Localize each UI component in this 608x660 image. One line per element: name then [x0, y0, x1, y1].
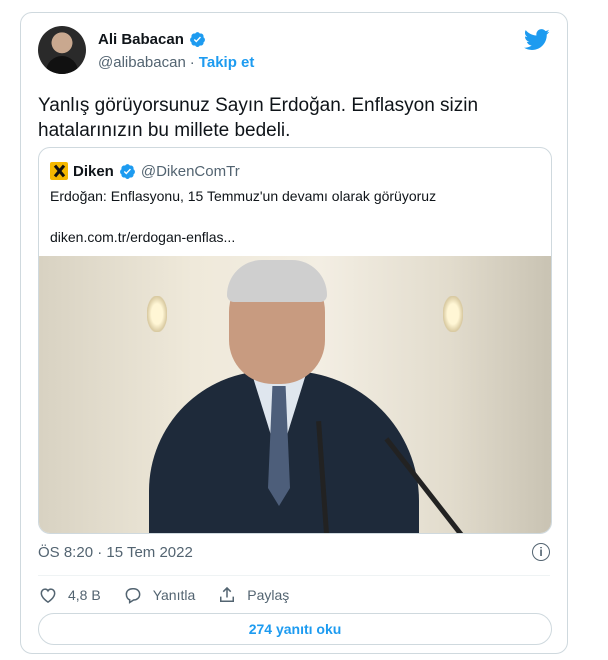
- divider: [38, 575, 550, 576]
- share-button[interactable]: Paylaş: [217, 585, 289, 605]
- read-replies-button[interactable]: 274 yanıtı oku: [38, 613, 552, 645]
- quoted-tweet-header: Diken @DikenComTr: [50, 162, 240, 180]
- quoted-tweet-photo[interactable]: [39, 256, 551, 533]
- photo-person-hair: [227, 260, 327, 302]
- heart-icon: [40, 588, 56, 603]
- reply-bubble-icon: [125, 588, 141, 604]
- like-button[interactable]: 4,8 B: [38, 585, 101, 605]
- twitter-bird-icon[interactable]: [524, 29, 550, 51]
- quoted-author-name: Diken: [73, 162, 114, 180]
- author-name[interactable]: Ali Babacan: [98, 31, 184, 48]
- quoted-tweet-link[interactable]: diken.com.tr/erdogan-enflas...: [50, 229, 235, 245]
- verified-badge-icon: [189, 32, 205, 47]
- follow-button[interactable]: Takip et: [199, 54, 255, 71]
- author-name-row: Ali Babacan: [98, 31, 206, 48]
- quoted-tweet-text: Erdoğan: Enflasyonu, 15 Temmuz'un devamı…: [50, 188, 437, 204]
- wall-lamp: [147, 296, 167, 332]
- diken-logo-icon: [50, 162, 68, 180]
- tweet-actions: 4,8 B Yanıtla Paylaş: [38, 585, 311, 605]
- separator-dot: ·: [189, 54, 195, 71]
- wall-lamp: [443, 296, 463, 332]
- tweet-text-line-1: Yanlış görüyorsunuz Sayın Erdoğan. Enfla…: [38, 95, 479, 116]
- tweet-timestamp[interactable]: ÖS 8:20 · 15 Tem 2022: [38, 544, 193, 561]
- reply-label: Yanıtla: [152, 587, 196, 603]
- tweet-text-line-2: hatalarınızın bu millete bedeli.: [38, 120, 291, 141]
- avatar[interactable]: [38, 26, 86, 74]
- like-count: 4,8 B: [68, 587, 101, 603]
- quoted-tweet[interactable]: Diken @DikenComTr Erdoğan: Enflasyonu, 1…: [38, 147, 552, 534]
- info-icon[interactable]: i: [532, 543, 550, 561]
- reply-button[interactable]: Yanıtla: [123, 585, 196, 605]
- author-handle[interactable]: @alibabacan: [98, 54, 186, 71]
- quoted-author-handle: @DikenComTr: [140, 162, 240, 180]
- verified-badge-icon: [119, 163, 135, 179]
- tweet-text: Yanlış görüyorsunuz Sayın Erdoğan. Enfla…: [38, 93, 518, 143]
- share-label: Paylaş: [247, 587, 290, 603]
- share-icon: [220, 586, 235, 602]
- tweet-embed-card: Ali Babacan @alibabacan · Takip et Yanlı…: [20, 12, 568, 654]
- author-handle-row: @alibabacan · Takip et: [98, 54, 254, 71]
